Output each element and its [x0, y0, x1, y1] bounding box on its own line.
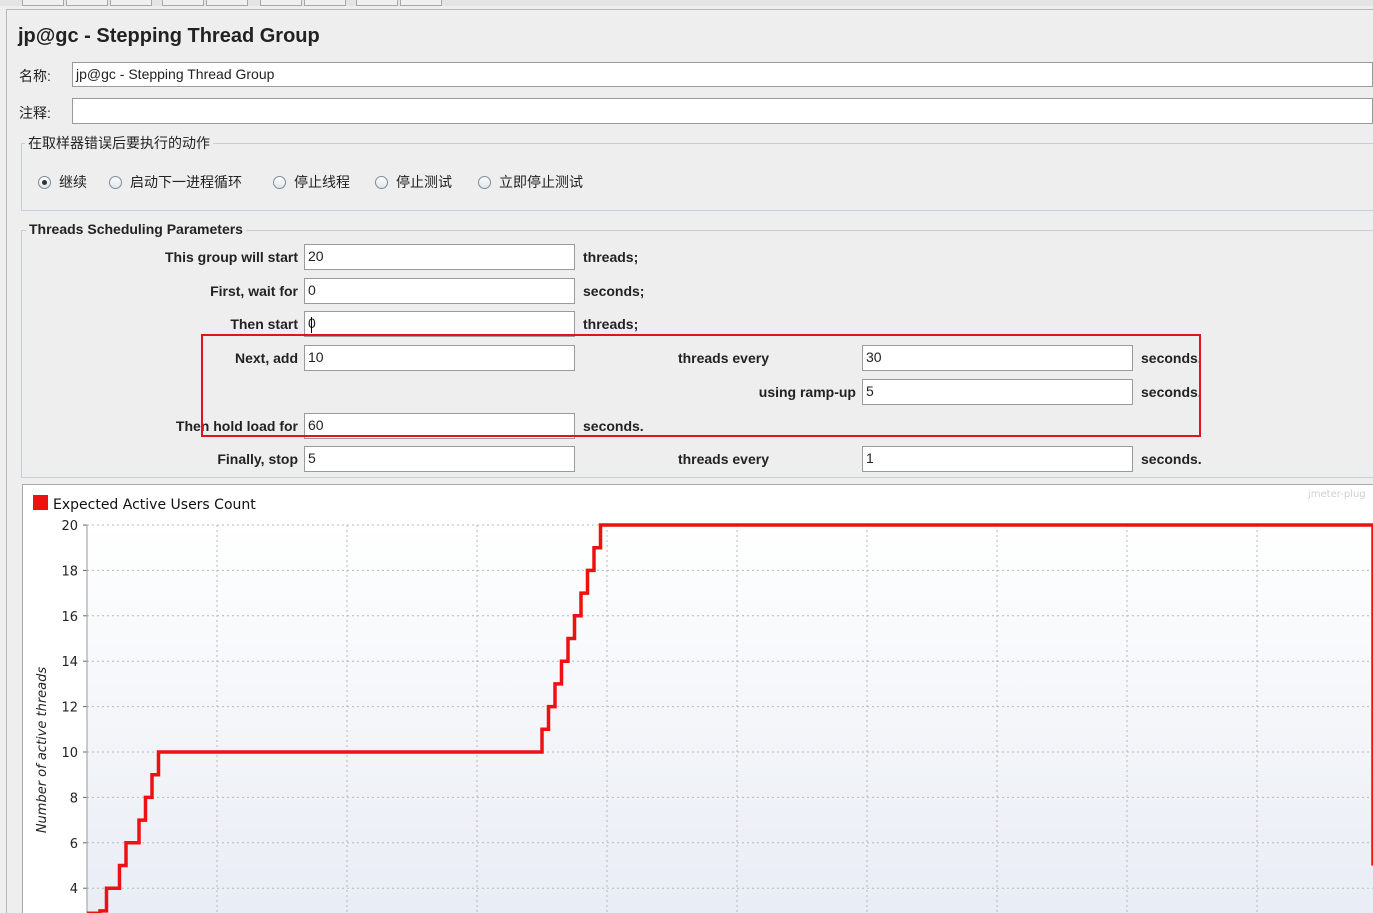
radio-unselected-icon: [273, 175, 286, 189]
stop-every-label: threads every: [677, 451, 769, 467]
initial-delay-label: First, wait for: [210, 283, 298, 299]
radio-start-next-loop[interactable]: 启动下一进程循环: [109, 174, 242, 191]
toolbar-button[interactable]: [66, 0, 108, 6]
sampler-error-legend: 在取样器错误后要执行的动作: [25, 133, 213, 153]
radio-stop-test[interactable]: 停止测试: [375, 174, 452, 191]
start-threads-field[interactable]: 20: [304, 244, 575, 270]
y-axis-title: Number of active threads: [35, 667, 50, 834]
chart-watermark: jmeter-plug: [1307, 489, 1366, 500]
then-start-label: Then start: [230, 316, 298, 332]
chart-panel: 4 6 8 10 12 14 16 18 20 Expected Active Users Co…: [22, 484, 1373, 913]
threads-scheduling-legend: Threads Scheduling Parameters: [26, 221, 246, 237]
initial-delay-field[interactable]: 0: [304, 278, 575, 304]
active-threads-chart: 4 6 8 10 12 14 16 18 20 Expected Active Users Co…: [33, 489, 1373, 913]
name-field[interactable]: jp@gc - Stepping Thread Group: [72, 62, 1373, 87]
text-caret: [311, 317, 312, 333]
stop-every-field[interactable]: 1: [862, 446, 1133, 472]
y-tick-label: 8: [70, 791, 78, 806]
radio-unselected-icon: [478, 175, 491, 189]
comment-field[interactable]: [72, 98, 1373, 124]
name-label: 名称:: [19, 68, 51, 84]
y-tick-label: 4: [70, 882, 78, 897]
radio-unselected-icon: [375, 175, 388, 189]
radio-unselected-icon: [109, 175, 122, 189]
y-tick-label: 6: [70, 837, 78, 852]
radio-stop-test-now[interactable]: 立即停止测试: [478, 174, 583, 191]
toolbar-button[interactable]: [206, 0, 248, 6]
plot-area: [87, 525, 1373, 913]
finally-stop-label: Finally, stop: [217, 451, 298, 467]
toolbar-button[interactable]: [260, 0, 302, 6]
y-tick-label: 18: [61, 564, 78, 579]
legend-label: Expected Active Users Count: [53, 497, 256, 513]
radio-label: 启动下一进程循环: [130, 175, 242, 191]
y-tick-label: 12: [61, 701, 78, 716]
legend-swatch: [33, 495, 48, 510]
highlight-annotation-box: [201, 334, 1201, 437]
initial-delay-unit: seconds;: [583, 283, 645, 299]
toolbar-button[interactable]: [110, 0, 152, 6]
page-title: jp@gc - Stepping Thread Group: [18, 25, 320, 47]
start-threads-label: This group will start: [164, 249, 298, 265]
radio-continue[interactable]: 继续: [38, 174, 87, 191]
y-tick-label: 14: [61, 655, 78, 670]
start-threads-unit: threads;: [583, 249, 639, 265]
y-tick-label: 16: [61, 610, 78, 625]
radio-selected-icon: [38, 175, 51, 189]
y-tick-label: 20: [61, 519, 78, 534]
toolbar-button[interactable]: [22, 0, 64, 6]
toolbar-button[interactable]: [400, 0, 442, 6]
toolbar-button[interactable]: [162, 0, 204, 6]
y-tick-label: 10: [61, 746, 78, 761]
finally-stop-field[interactable]: 5: [304, 446, 575, 472]
toolbar-button[interactable]: [356, 0, 398, 6]
toolbar-button[interactable]: [304, 0, 346, 6]
radio-stop-thread[interactable]: 停止线程: [273, 174, 350, 191]
comment-label: 注释:: [19, 105, 51, 121]
radio-label: 停止测试: [396, 175, 452, 191]
radio-label: 立即停止测试: [499, 175, 583, 191]
then-start-unit: threads;: [583, 316, 639, 332]
stop-every-unit: seconds.: [1141, 451, 1202, 467]
toolbar-strip: [0, 0, 1373, 6]
radio-label: 停止线程: [294, 175, 350, 191]
radio-label: 继续: [59, 175, 87, 191]
